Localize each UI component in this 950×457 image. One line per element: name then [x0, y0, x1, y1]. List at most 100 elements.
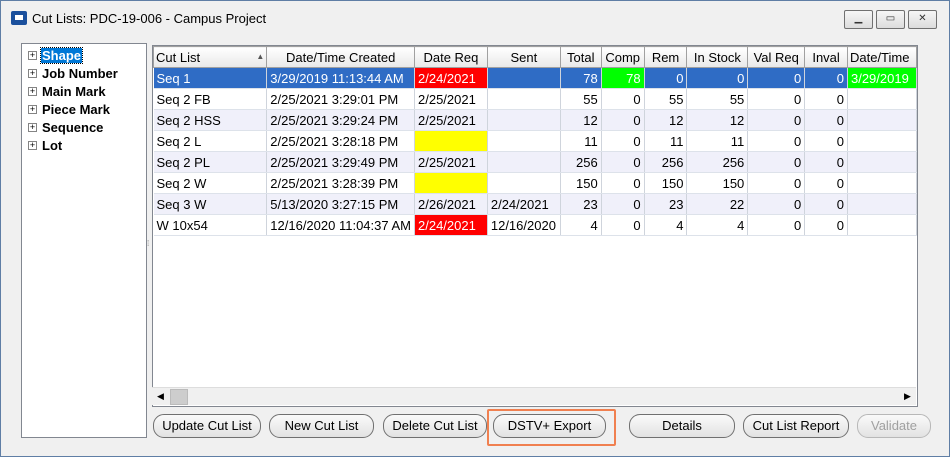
- cell: 2/25/2021 3:28:39 PM: [266, 172, 415, 194]
- expand-icon[interactable]: +: [28, 69, 37, 78]
- col-header-date-created[interactable]: Date/Time Created: [266, 46, 415, 68]
- maximize-button[interactable]: ▭: [876, 10, 905, 29]
- details-button[interactable]: Details: [629, 414, 735, 438]
- cell: [847, 109, 917, 131]
- cell: Seq 2 L: [153, 130, 268, 152]
- cell: 0: [747, 193, 806, 215]
- col-header-date-time[interactable]: Date/Time: [846, 46, 917, 68]
- grouping-tree[interactable]: + Shape + Job Number + Main Mark + Piece Mar…: [21, 43, 147, 438]
- cell: 0: [804, 109, 848, 131]
- cell: 23: [644, 193, 688, 215]
- cut-lists-window: Cut Lists: PDC-19-006 - Campus Project ▁…: [0, 0, 950, 457]
- cell: 0: [747, 214, 806, 236]
- table-row[interactable]: W 10x54 12/16/2020 11:04:37 AM 2/24/2021…: [153, 214, 917, 236]
- col-header-in-stock[interactable]: In Stock: [686, 46, 749, 68]
- header-row: Cut List ▲ Date/Time Created Date Req Sen…: [153, 46, 917, 68]
- cell: 0: [804, 151, 848, 173]
- cell: [847, 193, 917, 215]
- cell: 2/25/2021: [414, 88, 488, 110]
- cell: 2/25/2021: [414, 109, 488, 131]
- update-cut-list-button[interactable]: Update Cut List: [153, 414, 261, 438]
- table-row[interactable]: Seq 2 PL 2/25/2021 3:29:49 PM 2/25/2021 …: [153, 151, 917, 173]
- cell: 2/26/2021: [414, 193, 488, 215]
- cell: 55: [686, 88, 749, 110]
- tree-item-main-mark[interactable]: + Main Mark: [28, 84, 107, 100]
- cell: 0: [601, 172, 645, 194]
- cell: 0: [804, 67, 848, 89]
- expand-icon[interactable]: +: [28, 51, 37, 60]
- tree-item-sequence[interactable]: + Sequence: [28, 120, 104, 136]
- cell: 4: [644, 214, 688, 236]
- cell: 0: [747, 67, 806, 89]
- cell: 2/25/2021 3:29:24 PM: [266, 109, 415, 131]
- table-row[interactable]: Seq 2 W 2/25/2021 3:28:39 PM 150 0 150 1…: [153, 172, 917, 194]
- expand-icon[interactable]: +: [28, 123, 37, 132]
- cell: [847, 172, 917, 194]
- app-icon: [11, 11, 27, 25]
- cell: [487, 130, 561, 152]
- cell: [414, 130, 488, 152]
- cell: [847, 151, 917, 173]
- col-header-val-req[interactable]: Val Req: [747, 46, 806, 68]
- cell: 3/29/2019 11:13:44 AM: [266, 67, 415, 89]
- cell: 12: [560, 109, 602, 131]
- col-header-total[interactable]: Total: [559, 46, 602, 68]
- cell: 0: [747, 109, 806, 131]
- cell: 11: [560, 130, 602, 152]
- cell: 0: [601, 214, 645, 236]
- cell: [414, 172, 488, 194]
- cell: 12/16/2020 11:04:37 AM: [266, 214, 415, 236]
- scroll-thumb[interactable]: [170, 389, 188, 405]
- scroll-left-icon[interactable]: ◀: [152, 388, 169, 405]
- cell: 0: [644, 67, 688, 89]
- cut-list-report-button[interactable]: Cut List Report: [743, 414, 849, 438]
- tree-item-shape[interactable]: + Shape: [28, 47, 84, 64]
- tree-item-job-number[interactable]: + Job Number: [28, 66, 119, 82]
- cell: 0: [601, 109, 645, 131]
- cell: [487, 88, 561, 110]
- cell: 0: [747, 151, 806, 173]
- table-row[interactable]: Seq 2 FB 2/25/2021 3:29:01 PM 2/25/2021 …: [153, 88, 917, 110]
- minimize-button[interactable]: ▁: [844, 10, 873, 29]
- cell: [847, 130, 917, 152]
- cell: 11: [686, 130, 749, 152]
- scroll-right-icon[interactable]: ▶: [899, 388, 916, 405]
- col-header-rem[interactable]: Rem: [643, 46, 688, 68]
- cell: 55: [644, 88, 688, 110]
- cut-list-grid: Cut List ▲ Date/Time Created Date Req Sen…: [152, 45, 918, 407]
- col-header-date-req[interactable]: Date Req: [414, 46, 488, 68]
- tree-item-label: Sequence: [42, 120, 104, 135]
- col-header-inval[interactable]: Inval: [804, 46, 848, 68]
- cell: 0: [804, 193, 848, 215]
- cell: Seq 1: [153, 67, 268, 89]
- expand-icon[interactable]: +: [28, 141, 37, 150]
- cell: [847, 88, 917, 110]
- cell: 2/24/2021: [414, 67, 488, 89]
- col-header-comp[interactable]: Comp: [600, 46, 645, 68]
- tree-item-piece-mark[interactable]: + Piece Mark: [28, 102, 111, 118]
- table-row[interactable]: Seq 2 HSS 2/25/2021 3:29:24 PM 2/25/2021…: [153, 109, 917, 131]
- col-header-cut-list[interactable]: Cut List ▲: [153, 46, 268, 68]
- cell: [487, 67, 561, 89]
- tree-item-lot[interactable]: + Lot: [28, 138, 63, 154]
- close-button[interactable]: ✕: [908, 10, 937, 29]
- expand-icon[interactable]: +: [28, 87, 37, 96]
- horizontal-scrollbar[interactable]: ◀ ▶: [152, 387, 916, 405]
- new-cut-list-button[interactable]: New Cut List: [269, 414, 374, 438]
- cell: 0: [804, 172, 848, 194]
- delete-cut-list-button[interactable]: Delete Cut List: [383, 414, 487, 438]
- table-row[interactable]: Seq 2 L 2/25/2021 3:28:18 PM 11 0 11 11 …: [153, 130, 917, 152]
- splitter-grip[interactable]: ⁞: [147, 239, 149, 248]
- cell: 150: [560, 172, 602, 194]
- cell: 12: [644, 109, 688, 131]
- cell: 4: [560, 214, 602, 236]
- dstv-export-button[interactable]: DSTV+ Export: [493, 414, 606, 438]
- cell: 11: [644, 130, 688, 152]
- expand-icon[interactable]: +: [28, 105, 37, 114]
- validate-button[interactable]: Validate: [857, 414, 931, 438]
- cell: 2/24/2021: [414, 214, 488, 236]
- table-row[interactable]: Seq 3 W 5/13/2020 3:27:15 PM 2/26/2021 2…: [153, 193, 917, 215]
- table-row[interactable]: Seq 1 3/29/2019 11:13:44 AM 2/24/2021 78…: [153, 67, 917, 89]
- col-header-sent[interactable]: Sent: [486, 46, 561, 68]
- tree-item-label: Lot: [42, 138, 63, 153]
